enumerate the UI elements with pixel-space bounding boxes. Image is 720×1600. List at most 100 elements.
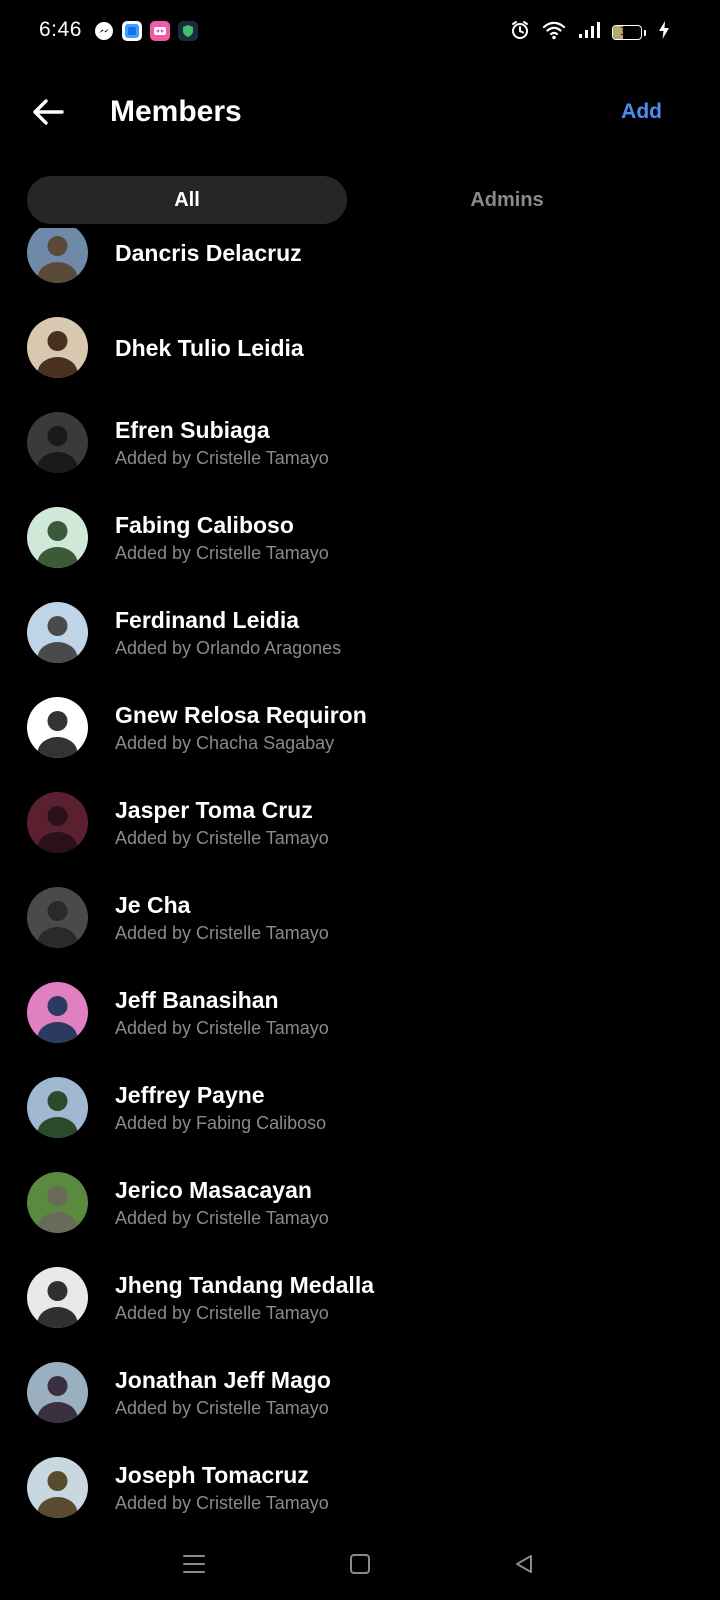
member-row[interactable]: Jeffrey Payne Added by Fabing Caliboso [0,1060,720,1155]
member-added-by: Added by Cristelle Tamayo [115,1017,329,1038]
member-added-by: Added by Cristelle Tamayo [115,1397,329,1418]
member-added-by: Added by Cristelle Tamayo [115,1492,329,1513]
avatar[interactable] [27,317,88,378]
member-added-by: Added by Cristelle Tamayo [115,827,329,848]
home-button[interactable] [342,1546,378,1582]
member-info: Joseph Tomacruz Added by Cristelle Tamayo [115,1440,329,1526]
avatar[interactable] [27,602,88,663]
member-row[interactable]: Jheng Tandang Medalla Added by Cristelle … [0,1250,720,1345]
member-name: Ferdinand Leidia [115,606,300,633]
member-added-by: Added by Cristelle Tamayo [115,542,329,563]
avatar[interactable] [27,792,88,853]
messenger-icon [94,21,114,41]
system-back-button[interactable] [506,1546,542,1582]
page-title: Members [110,95,242,128]
avatar[interactable] [27,697,88,758]
member-added-by: Added by Cristelle Tamayo [115,447,329,468]
menu-icon [183,1555,205,1573]
member-row[interactable]: Dancris Delacruz [0,228,720,300]
avatar[interactable] [27,1362,88,1423]
member-row[interactable]: Efren Subiaga Added by Cristelle Tamayo [0,395,720,490]
member-name: Jeff Banasihan [115,986,279,1013]
home-square-icon [350,1554,370,1574]
avatar[interactable] [27,412,88,473]
member-row[interactable]: Ferdinand Leidia Added by Orlando Aragone… [0,585,720,680]
member-row[interactable]: Fabing Caliboso Added by Cristelle Tamayo [0,490,720,585]
member-info: Dancris Delacruz [115,228,302,300]
member-list-content: Dancris Delacruz Dhek Tulio Leidia Efren S… [0,228,720,1526]
member-name: Dhek Tulio Leidia [115,334,304,361]
member-name: Jeffrey Payne [115,1081,265,1108]
member-info: Jeff Banasihan Added by Cristelle Tamayo [115,965,329,1060]
member-info: Jonathan Jeff Mago Added by Cristelle Tam… [115,1345,331,1440]
member-added-by: Added by Cristelle Tamayo [115,1302,329,1323]
alarm-icon [510,20,530,45]
shield-app-icon [178,21,198,41]
member-name: Jonathan Jeff Mago [115,1366,331,1393]
member-row[interactable]: Dhek Tulio Leidia [0,300,720,395]
header: Members Add [0,76,720,148]
battery-tip [644,29,646,36]
avatar[interactable] [27,228,88,283]
member-added-by: Added by Fabing Caliboso [115,1112,327,1133]
member-row[interactable]: Jasper Toma Cruz Added by Cristelle Tamay… [0,775,720,870]
battery-icon: 35 [612,25,642,40]
tab-all[interactable]: All [27,176,347,224]
member-info: Dhek Tulio Leidia [115,300,304,395]
member-row[interactable]: Jonathan Jeff Mago Added by Cristelle Tam… [0,1345,720,1440]
avatar[interactable] [27,507,88,568]
battery-label: 35 [620,25,634,38]
member-info: Fabing Caliboso Added by Cristelle Tamayo [115,490,329,585]
member-name: Dancris Delacruz [115,239,302,266]
member-info: Ferdinand Leidia Added by Orlando Aragone… [115,585,341,680]
member-row[interactable]: Jerico Masacayan Added by Cristelle Tamay… [0,1155,720,1250]
wifi-icon [542,20,566,45]
avatar[interactable] [27,1267,88,1328]
avatar[interactable] [27,1457,88,1518]
member-name: Efren Subiaga [115,416,270,443]
member-added-by: Added by Cristelle Tamayo [115,1207,329,1228]
back-triangle-icon [516,1555,532,1573]
member-info: Jasper Toma Cruz Added by Cristelle Tamay… [115,775,329,870]
arrow-left-icon [33,99,64,125]
member-row[interactable]: Gnew Relosa Requiron Added by Chacha Saga… [0,680,720,775]
member-added-by: Added by Chacha Sagabay [115,732,335,753]
status-time: 6:46 [39,18,82,41]
avatar[interactable] [27,887,88,948]
notification-icons [94,21,198,41]
member-info: Jeffrey Payne Added by Fabing Caliboso [115,1060,326,1155]
member-name: Gnew Relosa Requiron [115,701,367,728]
avatar[interactable] [27,1172,88,1233]
recent-apps-button[interactable] [176,1546,212,1582]
member-row[interactable]: Joseph Tomacruz Added by Cristelle Tamayo [0,1440,720,1526]
navigation-bar [0,1526,720,1600]
blue-app-icon [122,21,142,41]
member-name: Fabing Caliboso [115,511,294,538]
member-added-by: Added by Orlando Aragones [115,637,342,658]
charging-icon [658,20,670,45]
member-name: Joseph Tomacruz [115,1461,309,1488]
avatar[interactable] [27,1077,88,1138]
back-button[interactable] [28,92,68,132]
member-row[interactable]: Jeff Banasihan Added by Cristelle Tamayo [0,965,720,1060]
member-info: Je Cha Added by Cristelle Tamayo [115,870,329,965]
member-info: Jheng Tandang Medalla Added by Cristelle … [115,1250,374,1345]
member-row[interactable]: Je Cha Added by Cristelle Tamayo [0,870,720,965]
member-info: Efren Subiaga Added by Cristelle Tamayo [115,395,329,490]
member-added-by: Added by Cristelle Tamayo [115,922,329,943]
avatar[interactable] [27,982,88,1043]
member-name: Jheng Tandang Medalla [115,1271,374,1298]
member-tabs: All Admins [27,176,667,224]
add-member-button[interactable]: Add [621,96,662,128]
member-name: Je Cha [115,891,191,918]
status-bar: 6:46 35 [0,0,720,64]
tab-admins[interactable]: Admins [347,176,667,224]
member-name: Jasper Toma Cruz [115,796,313,823]
signal-icon [578,21,600,44]
member-name: Jerico Masacayan [115,1176,312,1203]
member-list[interactable]: Dancris Delacruz Dhek Tulio Leidia Efren S… [0,228,720,1526]
member-info: Jerico Masacayan Added by Cristelle Tamay… [115,1155,329,1250]
member-info: Gnew Relosa Requiron Added by Chacha Saga… [115,680,367,775]
system-icons: 35 [510,20,670,45]
pink-app-icon [150,21,170,41]
